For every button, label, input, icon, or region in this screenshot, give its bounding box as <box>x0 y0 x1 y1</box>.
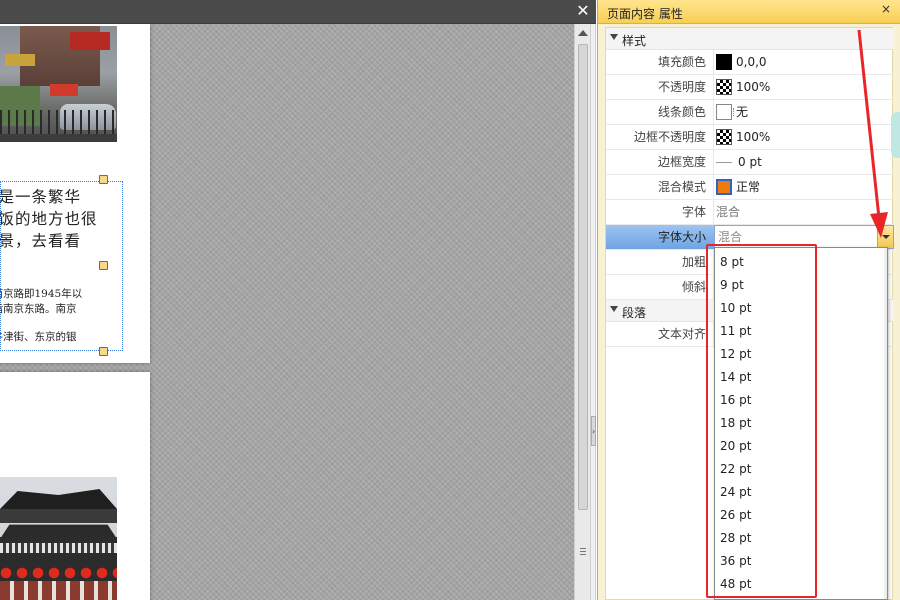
property-label: 不透明度 <box>657 80 706 94</box>
body-text-line: 风景，去看看 <box>0 232 82 250</box>
property-label: 混合模式 <box>657 180 706 194</box>
property-label: 边框宽度 <box>657 155 706 169</box>
property-label: 倾斜 <box>681 280 706 294</box>
document-page[interactable] <box>0 372 150 600</box>
property-label: 边框不透明度 <box>633 130 706 144</box>
property-label: 字体 <box>681 205 706 219</box>
building-photo[interactable] <box>0 477 117 600</box>
property-value[interactable]: 100% <box>736 80 770 94</box>
small-text-line: 特指南京东路。南京 <box>0 303 77 315</box>
property-value[interactable]: 无 <box>736 105 748 119</box>
section-label: 段落 <box>622 306 647 320</box>
body-text-line: 吃饭的地方也很 <box>0 210 98 228</box>
opacity-checker-icon[interactable] <box>716 78 732 95</box>
annotation-highlight-box <box>706 244 817 598</box>
vertical-scrollbar[interactable] <box>574 24 590 600</box>
annotation-arrow-icon <box>857 29 888 238</box>
collapse-triangle-icon[interactable] <box>610 34 618 40</box>
resize-handle-middle-right[interactable] <box>99 261 108 270</box>
scrollbar-thumb[interactable] <box>578 44 588 510</box>
arrow-up-icon[interactable] <box>578 30 588 36</box>
body-text-line: ，是一条繁华 <box>0 188 82 206</box>
collapse-triangle-icon[interactable] <box>610 306 618 312</box>
small-text-line: 的牛津街、东京的银 <box>0 331 77 343</box>
dropdown-scrollbar[interactable] <box>884 248 887 599</box>
section-label: 样式 <box>622 34 647 48</box>
property-value[interactable]: 正常 <box>736 180 760 194</box>
color-swatch-icon[interactable] <box>716 53 732 70</box>
opacity-checker-icon[interactable] <box>716 128 732 145</box>
editor-tab-bar: ✕ <box>0 0 596 24</box>
panel-title: 页面内容 属性 <box>607 7 683 21</box>
panel-title-bar: 页面内容 属性 × <box>598 0 900 24</box>
blend-mode-icon[interactable] <box>716 178 732 195</box>
close-document-icon[interactable]: ✕ <box>574 2 592 20</box>
resize-handle-top-right[interactable] <box>99 175 108 184</box>
resize-handle-bottom-right[interactable] <box>99 347 108 356</box>
page-canvas[interactable]: ，是一条繁华 吃饭的地方也很 风景，去看看 的南京路即1945年以 特指南京东路… <box>0 24 574 600</box>
property-value[interactable]: 0 pt <box>738 155 762 169</box>
property-label: 填充颜色 <box>657 55 706 69</box>
chevron-right-icon: › <box>592 427 596 436</box>
property-label: 文本对齐 <box>657 327 706 341</box>
property-label: 线条颜色 <box>657 105 706 119</box>
side-handle[interactable] <box>891 112 900 158</box>
property-value[interactable]: 100% <box>736 130 770 144</box>
splitter-handle[interactable]: › <box>591 416 596 446</box>
document-editor: ✕ ，是一条繁华 吃饭的地方也很 风景，去看看 的南京路即1945年以 特指南京… <box>0 0 596 600</box>
document-page[interactable]: ，是一条繁华 吃饭的地方也很 风景，去看看 的南京路即1945年以 特指南京东路… <box>0 24 150 363</box>
street-photo[interactable] <box>0 26 117 142</box>
no-color-swatch-icon[interactable] <box>716 103 734 120</box>
property-value[interactable]: 0,0,0 <box>736 55 767 69</box>
property-value[interactable]: 混合 <box>716 200 740 224</box>
property-label: 加粗 <box>681 255 706 269</box>
small-text-line: 的南京路即1945年以 <box>0 288 83 300</box>
panel-splitter[interactable]: › <box>590 24 596 600</box>
close-icon[interactable]: × <box>881 2 891 16</box>
line-width-icon <box>716 162 732 163</box>
property-label: 字体大小 <box>657 230 706 244</box>
grip-icon <box>580 548 586 555</box>
